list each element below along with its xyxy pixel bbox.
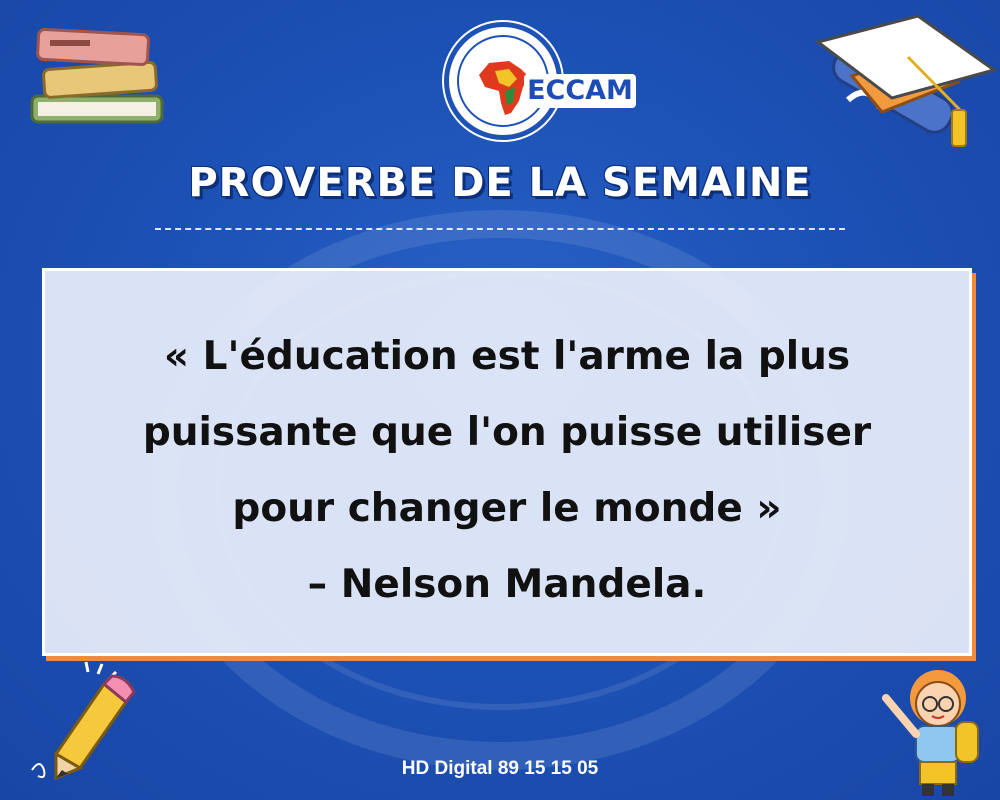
quote-line: pour changer le monde » <box>232 486 782 531</box>
logo-text: ECCAM <box>524 74 636 108</box>
quote-card: « L'éducation est l'arme la plus puissan… <box>42 268 972 656</box>
quote-line: puissante que l'on puisse utiliser <box>142 410 872 455</box>
quote-author: – Nelson Mandela. <box>307 562 707 607</box>
quote-line: « L'éducation est l'arme la plus <box>163 334 851 379</box>
footer-contact: HD Digital 89 15 15 05 <box>401 758 599 779</box>
books-icon <box>30 28 164 124</box>
page-title: PROVERBE DE LA SEMAINE <box>188 160 812 206</box>
graduation-cap-icon <box>814 14 998 147</box>
heading-divider <box>155 228 845 230</box>
quote-text: « L'éducation est l'arme la plus puissan… <box>45 319 969 623</box>
